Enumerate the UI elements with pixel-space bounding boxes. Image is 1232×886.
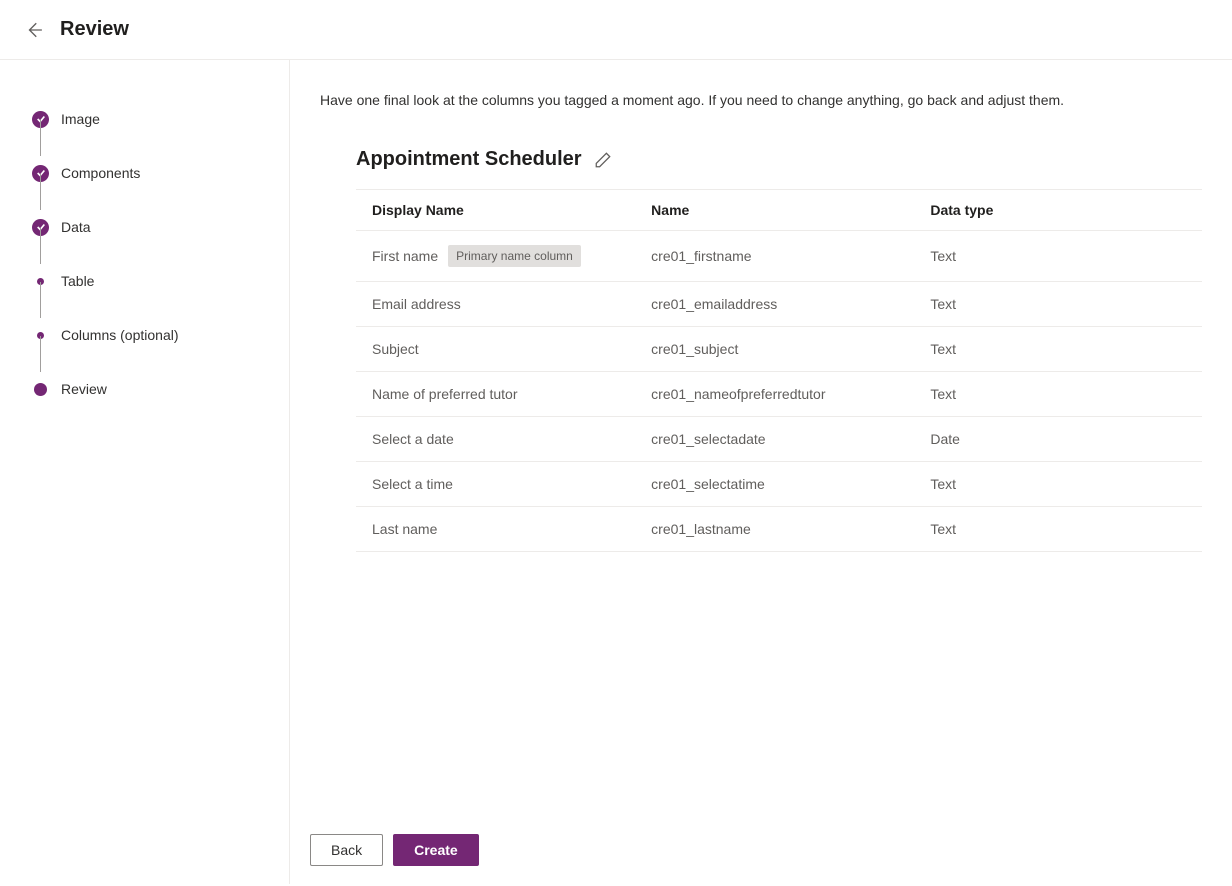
main-content: Have one final look at the columns you t…: [290, 60, 1232, 884]
column-header-display-name[interactable]: Display Name: [356, 190, 635, 231]
wizard-step[interactable]: Image: [32, 92, 289, 146]
table-row[interactable]: First name Primary name column cre01_first…: [356, 231, 1202, 282]
wizard-step[interactable]: Columns (optional): [32, 308, 289, 362]
wizard-step[interactable]: Review: [32, 362, 289, 416]
wizard-step-label: Data: [61, 219, 91, 235]
create-button[interactable]: Create: [393, 834, 479, 866]
wizard-step-label: Table: [61, 273, 94, 289]
cell-schema-name: cre01_lastname: [635, 507, 914, 552]
display-name-text: Select a date: [372, 431, 454, 447]
display-name-text: Name of preferred tutor: [372, 386, 518, 402]
display-name-text: Select a time: [372, 476, 453, 492]
cell-schema-name: cre01_selectatime: [635, 462, 914, 507]
cell-display-name: Select a date: [356, 417, 635, 462]
checkmark-icon: [32, 165, 49, 182]
back-button[interactable]: Back: [310, 834, 383, 866]
display-name-text: Subject: [372, 341, 419, 357]
table-row[interactable]: Name of preferred tutor cre01_nameofprefe…: [356, 372, 1202, 417]
cell-data-type: Text: [914, 327, 1202, 372]
body: Image Components Data Table Columns (optiona…: [0, 60, 1232, 884]
cell-display-name: First name Primary name column: [356, 231, 635, 282]
cell-data-type: Text: [914, 231, 1202, 282]
display-name-text: First name: [372, 248, 438, 264]
step-dot-icon: [32, 381, 49, 398]
table-row[interactable]: Subject cre01_subjectText: [356, 327, 1202, 372]
wizard-step-label: Columns (optional): [61, 327, 179, 343]
entity-section: Appointment Scheduler Display Name Name …: [320, 148, 1202, 552]
wizard-step-label: Image: [61, 111, 100, 127]
cell-display-name: Select a time: [356, 462, 635, 507]
back-arrow-icon[interactable]: [24, 20, 44, 40]
wizard-step[interactable]: Table: [32, 254, 289, 308]
table-row[interactable]: Email address cre01_emailaddressText: [356, 282, 1202, 327]
entity-header: Appointment Scheduler: [356, 148, 1202, 171]
display-name-text: Last name: [372, 521, 437, 537]
column-header-data-type[interactable]: Data type: [914, 190, 1202, 231]
footer-actions: Back Create: [290, 816, 1232, 884]
cell-schema-name: cre01_emailaddress: [635, 282, 914, 327]
columns-table: Display Name Name Data type First name Pr…: [356, 189, 1202, 552]
intro-text: Have one final look at the columns you t…: [320, 92, 1202, 108]
cell-data-type: Text: [914, 462, 1202, 507]
cell-schema-name: cre01_nameofpreferredtutor: [635, 372, 914, 417]
cell-display-name: Name of preferred tutor: [356, 372, 635, 417]
checkmark-icon: [32, 111, 49, 128]
cell-data-type: Text: [914, 282, 1202, 327]
cell-data-type: Text: [914, 507, 1202, 552]
cell-data-type: Text: [914, 372, 1202, 417]
wizard-steps-sidebar: Image Components Data Table Columns (optiona…: [0, 60, 290, 884]
entity-title: Appointment Scheduler: [356, 148, 582, 171]
cell-display-name: Last name: [356, 507, 635, 552]
page-header: Review: [0, 0, 1232, 60]
table-row[interactable]: Last name cre01_lastnameText: [356, 507, 1202, 552]
pencil-icon[interactable]: [594, 151, 612, 169]
wizard-step[interactable]: Components: [32, 146, 289, 200]
display-name-text: Email address: [372, 296, 461, 312]
wizard-step[interactable]: Data: [32, 200, 289, 254]
step-dot-icon: [32, 327, 49, 344]
primary-name-badge: Primary name column: [448, 245, 581, 267]
cell-schema-name: cre01_subject: [635, 327, 914, 372]
checkmark-icon: [32, 219, 49, 236]
wizard-step-label: Review: [61, 381, 107, 397]
wizard-step-label: Components: [61, 165, 140, 181]
cell-display-name: Subject: [356, 327, 635, 372]
cell-display-name: Email address: [356, 282, 635, 327]
step-dot-icon: [32, 273, 49, 290]
table-row[interactable]: Select a date cre01_selectadateDate: [356, 417, 1202, 462]
page-title: Review: [60, 18, 129, 41]
cell-schema-name: cre01_selectadate: [635, 417, 914, 462]
cell-data-type: Date: [914, 417, 1202, 462]
cell-schema-name: cre01_firstname: [635, 231, 914, 282]
column-header-name[interactable]: Name: [635, 190, 914, 231]
table-row[interactable]: Select a time cre01_selectatimeText: [356, 462, 1202, 507]
